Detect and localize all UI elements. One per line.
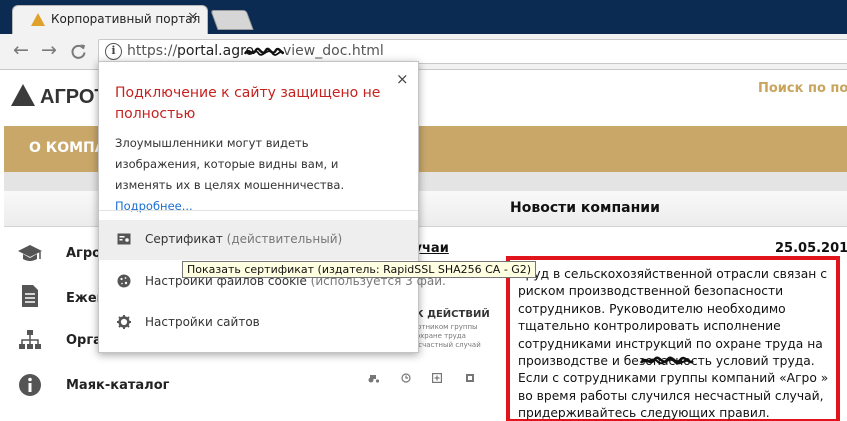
url-host: portal.agro [177, 43, 255, 59]
org-chart-icon [16, 327, 44, 353]
cookie-icon [117, 274, 131, 288]
graduation-cap-icon [16, 241, 44, 267]
site-info-icon[interactable]: i [105, 43, 122, 60]
clock-icon [401, 373, 411, 383]
popup-body-text: Злоумышленники могут видеть изображения,… [115, 136, 345, 192]
url-path: view_doc.html [283, 43, 384, 59]
logo-arrow-icon [11, 84, 35, 106]
site-logo[interactable]: АГРОТ [40, 86, 107, 109]
certificate-tooltip: Показать сертификат (издатель: RapidSSL … [182, 261, 537, 278]
document-icon [16, 283, 44, 309]
reload-icon[interactable] [70, 43, 87, 60]
medkit-icon [432, 373, 442, 383]
company-name-redaction [640, 356, 694, 365]
phone-icon [466, 374, 474, 382]
news-section-title: Новости компании [510, 200, 660, 216]
forward-arrow-icon[interactable]: → [41, 39, 57, 61]
sidebar-item-catalog[interactable]: Маяк-каталог [66, 378, 169, 393]
portal-search-link[interactable]: Поиск по порта [758, 81, 847, 96]
url-scribble-redaction [244, 47, 284, 56]
info-circle-icon [16, 372, 44, 398]
certificate-item-label: Сертификат (действительный) [145, 232, 343, 246]
gear-icon [117, 315, 131, 329]
site-favicon-icon [31, 13, 45, 26]
site-settings-label: Настройки сайтов [145, 315, 260, 329]
popup-heading: Подключение к сайту защищено не полность… [115, 85, 381, 122]
browser-tab[interactable]: Корпоративный портал × [12, 5, 208, 34]
article-date: 25.05.2018 [775, 241, 847, 256]
article-body: Труд в сельскохозяйственной отрасли связ… [518, 267, 829, 421]
highlighted-article-text: Труд в сельскохозяйственной отрасли связ… [506, 256, 840, 421]
popup-separator [99, 210, 418, 211]
tab-close-icon[interactable]: × [187, 9, 199, 25]
site-security-popup: × Подключение к сайту защищено не полнос… [98, 61, 446, 353]
tractor-icon [368, 375, 380, 383]
tab-title: Корпоративный портал [51, 12, 201, 26]
tab-strip: Корпоративный портал × [0, 0, 847, 34]
certificate-icon [117, 233, 131, 245]
url-scheme: https:// [127, 43, 178, 59]
popup-description: Злоумышленники могут видеть изображения,… [115, 133, 395, 217]
site-settings-item[interactable]: Настройки сайтов [99, 303, 418, 343]
back-arrow-icon[interactable]: ← [13, 39, 29, 61]
popup-close-icon[interactable]: × [396, 70, 409, 88]
new-tab-button[interactable] [210, 10, 254, 30]
certificate-item[interactable]: Сертификат (действительный) [99, 220, 418, 260]
